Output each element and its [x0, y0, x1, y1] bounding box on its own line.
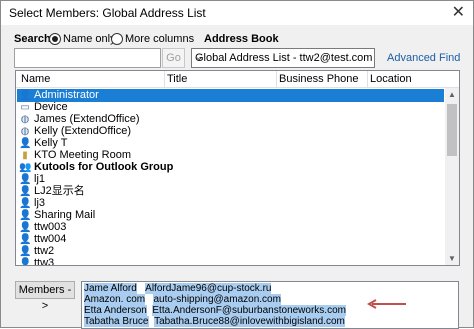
member-name: Amazon. com [84, 294, 146, 305]
window-title: Select Members: Global Address List [9, 6, 206, 20]
chevron-down-icon: ⌄ [195, 52, 204, 63]
member-entry[interactable]: Tabatha Bruce Tabatha.Bruce88@inlovewith… [84, 316, 345, 327]
go-button[interactable]: Go [162, 48, 185, 68]
member-name: Tabatha Bruce [84, 316, 149, 327]
column-header-title[interactable]: Title [167, 73, 187, 85]
title-bar: Select Members: Global Address List ✕ [1, 1, 473, 25]
member-entry[interactable]: Etta Anderson Etta.AndersonF@suburbansto… [84, 305, 346, 316]
user-icon: 👤 [19, 258, 32, 266]
member-email: Tabatha.Bruce88@inlovewithbigisland.com [154, 316, 345, 327]
list-header: Name Title Business Phone Location [16, 71, 459, 88]
member-email: AlfordJame96@cup-stock.ru [145, 283, 272, 294]
list-scrollbar[interactable]: ▲ ▼ [445, 88, 459, 265]
list-item[interactable]: 👤 ttw3 [17, 257, 444, 266]
advanced-find-link[interactable]: Advanced Find [387, 52, 460, 64]
select-members-dialog: Select Members: Global Address List ✕ Se… [0, 0, 474, 329]
address-book-label: Address Book [204, 33, 279, 45]
column-divider[interactable] [276, 71, 277, 87]
more-columns-radio[interactable] [111, 33, 123, 45]
scroll-down-icon[interactable]: ▼ [448, 254, 456, 263]
members-button[interactable]: Members -> [15, 281, 75, 312]
name-only-label[interactable]: Name only [63, 33, 116, 45]
address-list[interactable]: Name Title Business Phone Location 👤 Adm… [15, 70, 460, 266]
column-header-name[interactable]: Name [21, 73, 50, 85]
search-input[interactable] [14, 48, 161, 68]
address-book-dropdown[interactable]: Global Address List - ttw2@test.com ⌄ [191, 48, 375, 68]
column-header-business-phone[interactable]: Business Phone [279, 73, 359, 85]
member-email: auto-shipping@amazon.com [153, 294, 281, 305]
column-divider[interactable] [367, 71, 368, 87]
more-columns-label[interactable]: More columns [125, 33, 194, 45]
member-entry[interactable]: Amazon. com auto-shipping@amazon.com [84, 294, 281, 305]
member-name: Etta Anderson [84, 305, 147, 316]
scroll-up-icon[interactable]: ▲ [448, 90, 456, 99]
column-header-location[interactable]: Location [370, 73, 412, 85]
name-only-radio[interactable] [49, 33, 61, 45]
annotation-arrow-icon [366, 299, 406, 309]
member-email: Etta.AndersonF@suburbanstoneworks.com [152, 305, 346, 316]
close-icon[interactable]: ✕ [452, 2, 465, 22]
member-entry[interactable]: Jame Alford AlfordJame96@cup-stock.ru [84, 283, 272, 294]
scrollbar-thumb[interactable] [447, 104, 457, 156]
member-name: Jame Alford [84, 283, 137, 294]
column-divider[interactable] [164, 71, 165, 87]
